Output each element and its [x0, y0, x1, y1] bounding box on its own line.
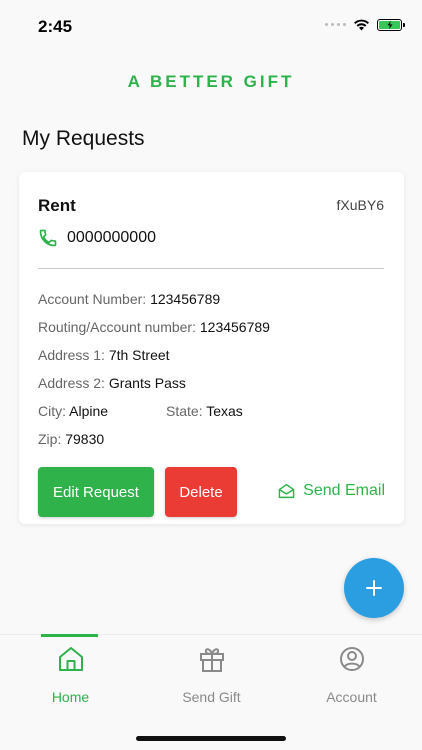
state-field: State: Texas: [166, 403, 243, 419]
state-value: Texas: [206, 403, 243, 419]
account-number-value: 123456789: [150, 291, 221, 307]
page-title: My Requests: [22, 127, 145, 150]
address1-field: Address 1: 7th Street: [38, 347, 170, 363]
address2-value: Grants Pass: [108, 375, 186, 391]
divider: [38, 268, 384, 269]
address2-label: Address 2:: [38, 375, 109, 391]
request-code: fXuBY6: [336, 197, 384, 213]
app-brand-title: A BETTER GIFT: [127, 72, 295, 91]
phone-number: 0000000000: [67, 229, 156, 246]
delete-button[interactable]: Delete: [165, 467, 237, 517]
address1-label: Address 1:: [38, 347, 109, 363]
account-number-label: Account Number:: [38, 291, 151, 307]
state-label: State:: [166, 403, 207, 419]
add-request-button[interactable]: [344, 558, 404, 618]
tab-home[interactable]: Home: [0, 634, 141, 725]
gift-icon: [199, 648, 224, 672]
zip-label: Zip:: [38, 431, 66, 447]
tab-label-home: Home: [51, 689, 90, 705]
tab-bar: Home Send Gift Account: [0, 634, 422, 750]
signal-icon: [325, 23, 346, 26]
send-email-label: Send Email: [303, 482, 385, 499]
routing-number-field: Routing/Account number: 123456789: [38, 319, 270, 335]
request-card: Rent fXuBY6 0000000000 Account Number: 1…: [19, 172, 404, 524]
status-bar: 2:45: [0, 0, 422, 52]
tab-label-send-gift: Send Gift: [182, 689, 241, 705]
city-field: City: Alpine: [38, 403, 108, 419]
address1-value: 7th Street: [108, 347, 170, 363]
plus-icon: [366, 580, 382, 596]
active-tab-indicator: [41, 634, 98, 637]
status-time: 2:45: [38, 17, 73, 36]
tab-account[interactable]: Account: [281, 635, 422, 725]
home-indicator: [136, 736, 286, 741]
routing-number-value: 123456789: [199, 319, 270, 335]
home-icon: [58, 647, 83, 671]
account-number-field: Account Number: 123456789: [38, 291, 220, 307]
tab-send-gift[interactable]: Send Gift: [141, 635, 282, 725]
city-label: City:: [38, 403, 70, 419]
send-email-button[interactable]: Send Email: [278, 482, 385, 500]
envelope-open-icon: [278, 483, 295, 499]
account-icon: [339, 647, 364, 671]
battery-icon: [377, 18, 405, 31]
edit-request-button[interactable]: Edit Request: [38, 467, 154, 517]
phone-row[interactable]: 0000000000: [38, 228, 156, 248]
phone-icon: [39, 229, 57, 247]
address2-field: Address 2: Grants Pass: [38, 375, 186, 391]
zip-field: Zip: 79830: [38, 431, 104, 447]
request-title: Rent: [38, 196, 76, 215]
city-value: Alpine: [69, 403, 109, 419]
tab-label-account: Account: [326, 689, 377, 705]
zip-value: 79830: [65, 431, 105, 447]
routing-number-label: Routing/Account number:: [38, 319, 200, 335]
wifi-icon: [354, 19, 369, 31]
status-indicators: [325, 18, 405, 31]
